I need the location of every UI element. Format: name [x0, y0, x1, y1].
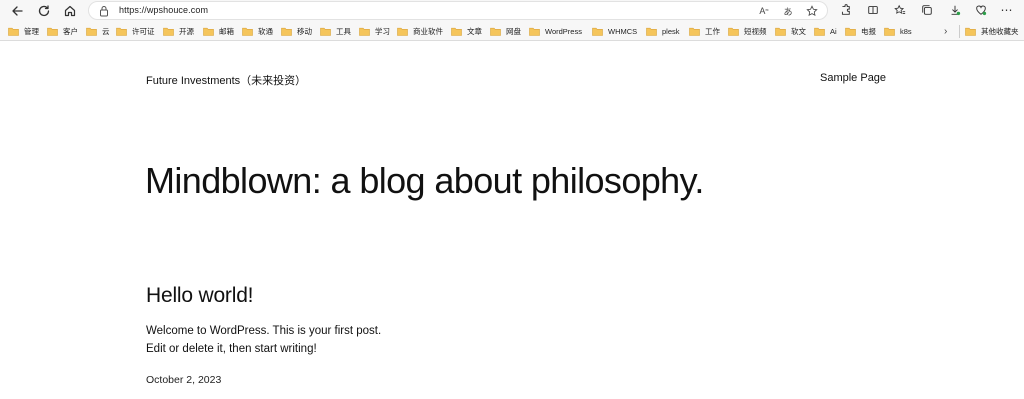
site-title[interactable]: Future Investments（未来投资）: [146, 72, 306, 88]
folder-icon: [47, 27, 58, 36]
read-aloud-icon[interactable]: A ≈: [757, 4, 771, 18]
collections-icon[interactable]: [920, 3, 934, 17]
bookmark-folder[interactable]: 工作: [689, 25, 720, 38]
refresh-icon[interactable]: [35, 2, 53, 19]
post-date: October 2, 2023: [146, 374, 222, 386]
bookmark-folder[interactable]: 短视频: [728, 25, 767, 38]
bookmark-folder[interactable]: 软文: [775, 25, 806, 38]
folder-icon: [728, 27, 739, 36]
bookmark-folder[interactable]: 开源: [163, 25, 194, 38]
url-text[interactable]: https://wpshouce.com: [119, 5, 208, 15]
downloads-icon[interactable]: [948, 3, 962, 17]
divider: [959, 25, 960, 38]
folder-icon: [281, 27, 292, 36]
folder-icon: [320, 27, 331, 36]
lock-icon: [100, 6, 108, 17]
more-menu-icon[interactable]: ⋯: [1000, 3, 1014, 17]
bookmark-folder[interactable]: 工具: [320, 25, 351, 38]
browser-toolbar: https://wpshouce.com A ≈ あ ⋯: [0, 0, 1024, 21]
bookmark-folder[interactable]: 管理: [8, 25, 39, 38]
folder-icon: [242, 27, 253, 36]
folder-icon: [397, 27, 408, 36]
folder-icon: [490, 27, 501, 36]
folder-icon: [451, 27, 462, 36]
folder-icon: [116, 27, 127, 36]
bookmark-folder[interactable]: 软通: [242, 25, 273, 38]
bookmark-folder[interactable]: 移动: [281, 25, 312, 38]
folder-icon: [965, 27, 976, 36]
folder-icon: [359, 27, 370, 36]
bookmark-folder[interactable]: 云: [86, 25, 110, 38]
bookmark-folder[interactable]: 文章: [451, 25, 482, 38]
other-bookmarks-folder[interactable]: 其他收藏夹: [965, 25, 1019, 38]
bookmark-folder[interactable]: plesk: [646, 25, 680, 38]
chevron-right-icon[interactable]: ›: [944, 25, 947, 38]
bookmark-folder[interactable]: Ai: [814, 25, 837, 38]
folder-icon: [203, 27, 214, 36]
bookmark-folder[interactable]: 客户: [47, 25, 78, 38]
bookmark-folder[interactable]: WordPress: [529, 25, 582, 38]
post-excerpt-line: Edit or delete it, then start writing!: [146, 343, 317, 355]
favorite-star-icon[interactable]: [805, 4, 819, 18]
translate-icon[interactable]: あ: [781, 4, 795, 18]
bookmark-folder[interactable]: 商业软件: [397, 25, 443, 38]
folder-icon: [529, 27, 540, 36]
bookmark-folder[interactable]: 电报: [845, 25, 876, 38]
folder-icon: [86, 27, 97, 36]
folder-icon: [646, 27, 657, 36]
favorites-icon[interactable]: [893, 3, 907, 17]
folder-icon: [845, 27, 856, 36]
bookmark-folder[interactable]: 学习: [359, 25, 390, 38]
post-excerpt-line: Welcome to WordPress. This is your first…: [146, 325, 382, 337]
folder-icon: [163, 27, 174, 36]
home-icon[interactable]: [61, 2, 79, 19]
extensions-icon[interactable]: [838, 3, 852, 17]
address-bar[interactable]: https://wpshouce.com A ≈ あ: [88, 1, 828, 20]
post-title-link[interactable]: Hello world!: [146, 284, 254, 308]
folder-icon: [775, 27, 786, 36]
folder-icon: [814, 27, 825, 36]
nav-sample-page-link[interactable]: Sample Page: [820, 72, 886, 84]
performance-icon[interactable]: [974, 3, 988, 17]
bookmark-folder[interactable]: k8s: [884, 25, 912, 38]
folder-icon: [592, 27, 603, 36]
bookmark-folder[interactable]: 邮箱: [203, 25, 234, 38]
back-icon[interactable]: [8, 2, 26, 19]
bookmark-folder[interactable]: 许可证: [116, 25, 155, 38]
split-screen-icon[interactable]: [866, 3, 880, 17]
folder-icon: [8, 27, 19, 36]
bookmarks-bar: 管理 客户 云 许可证 开源 邮箱 软通 移动 工具 学习 商业软件 文章 网盘…: [0, 21, 1024, 41]
folder-icon: [884, 27, 895, 36]
bookmark-folder[interactable]: 网盘: [490, 25, 521, 38]
bookmark-folder[interactable]: WHMCS: [592, 25, 637, 38]
page-headline: Mindblown: a blog about philosophy.: [145, 160, 704, 201]
folder-icon: [689, 27, 700, 36]
